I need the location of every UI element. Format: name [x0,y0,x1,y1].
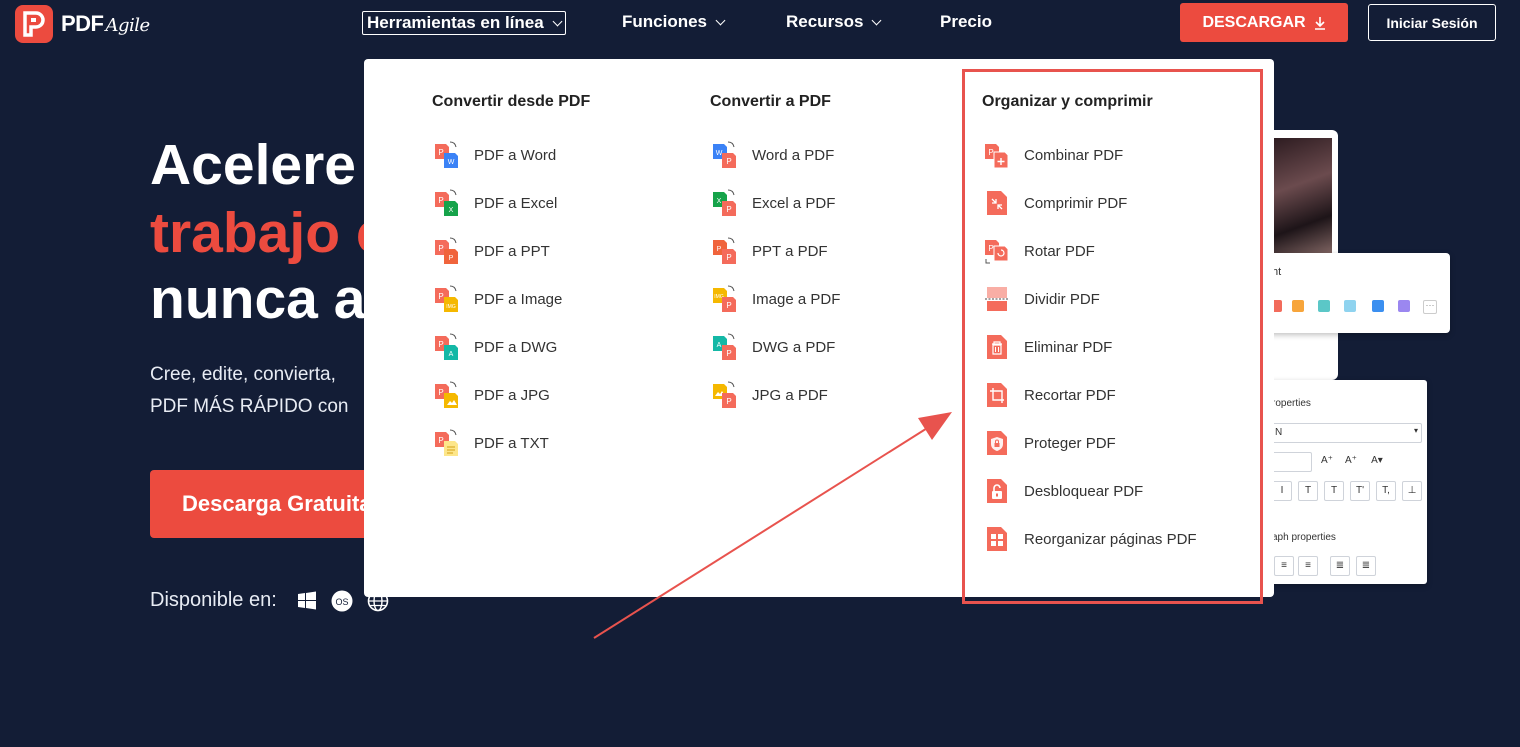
annotation-arrow-icon [593,412,952,639]
